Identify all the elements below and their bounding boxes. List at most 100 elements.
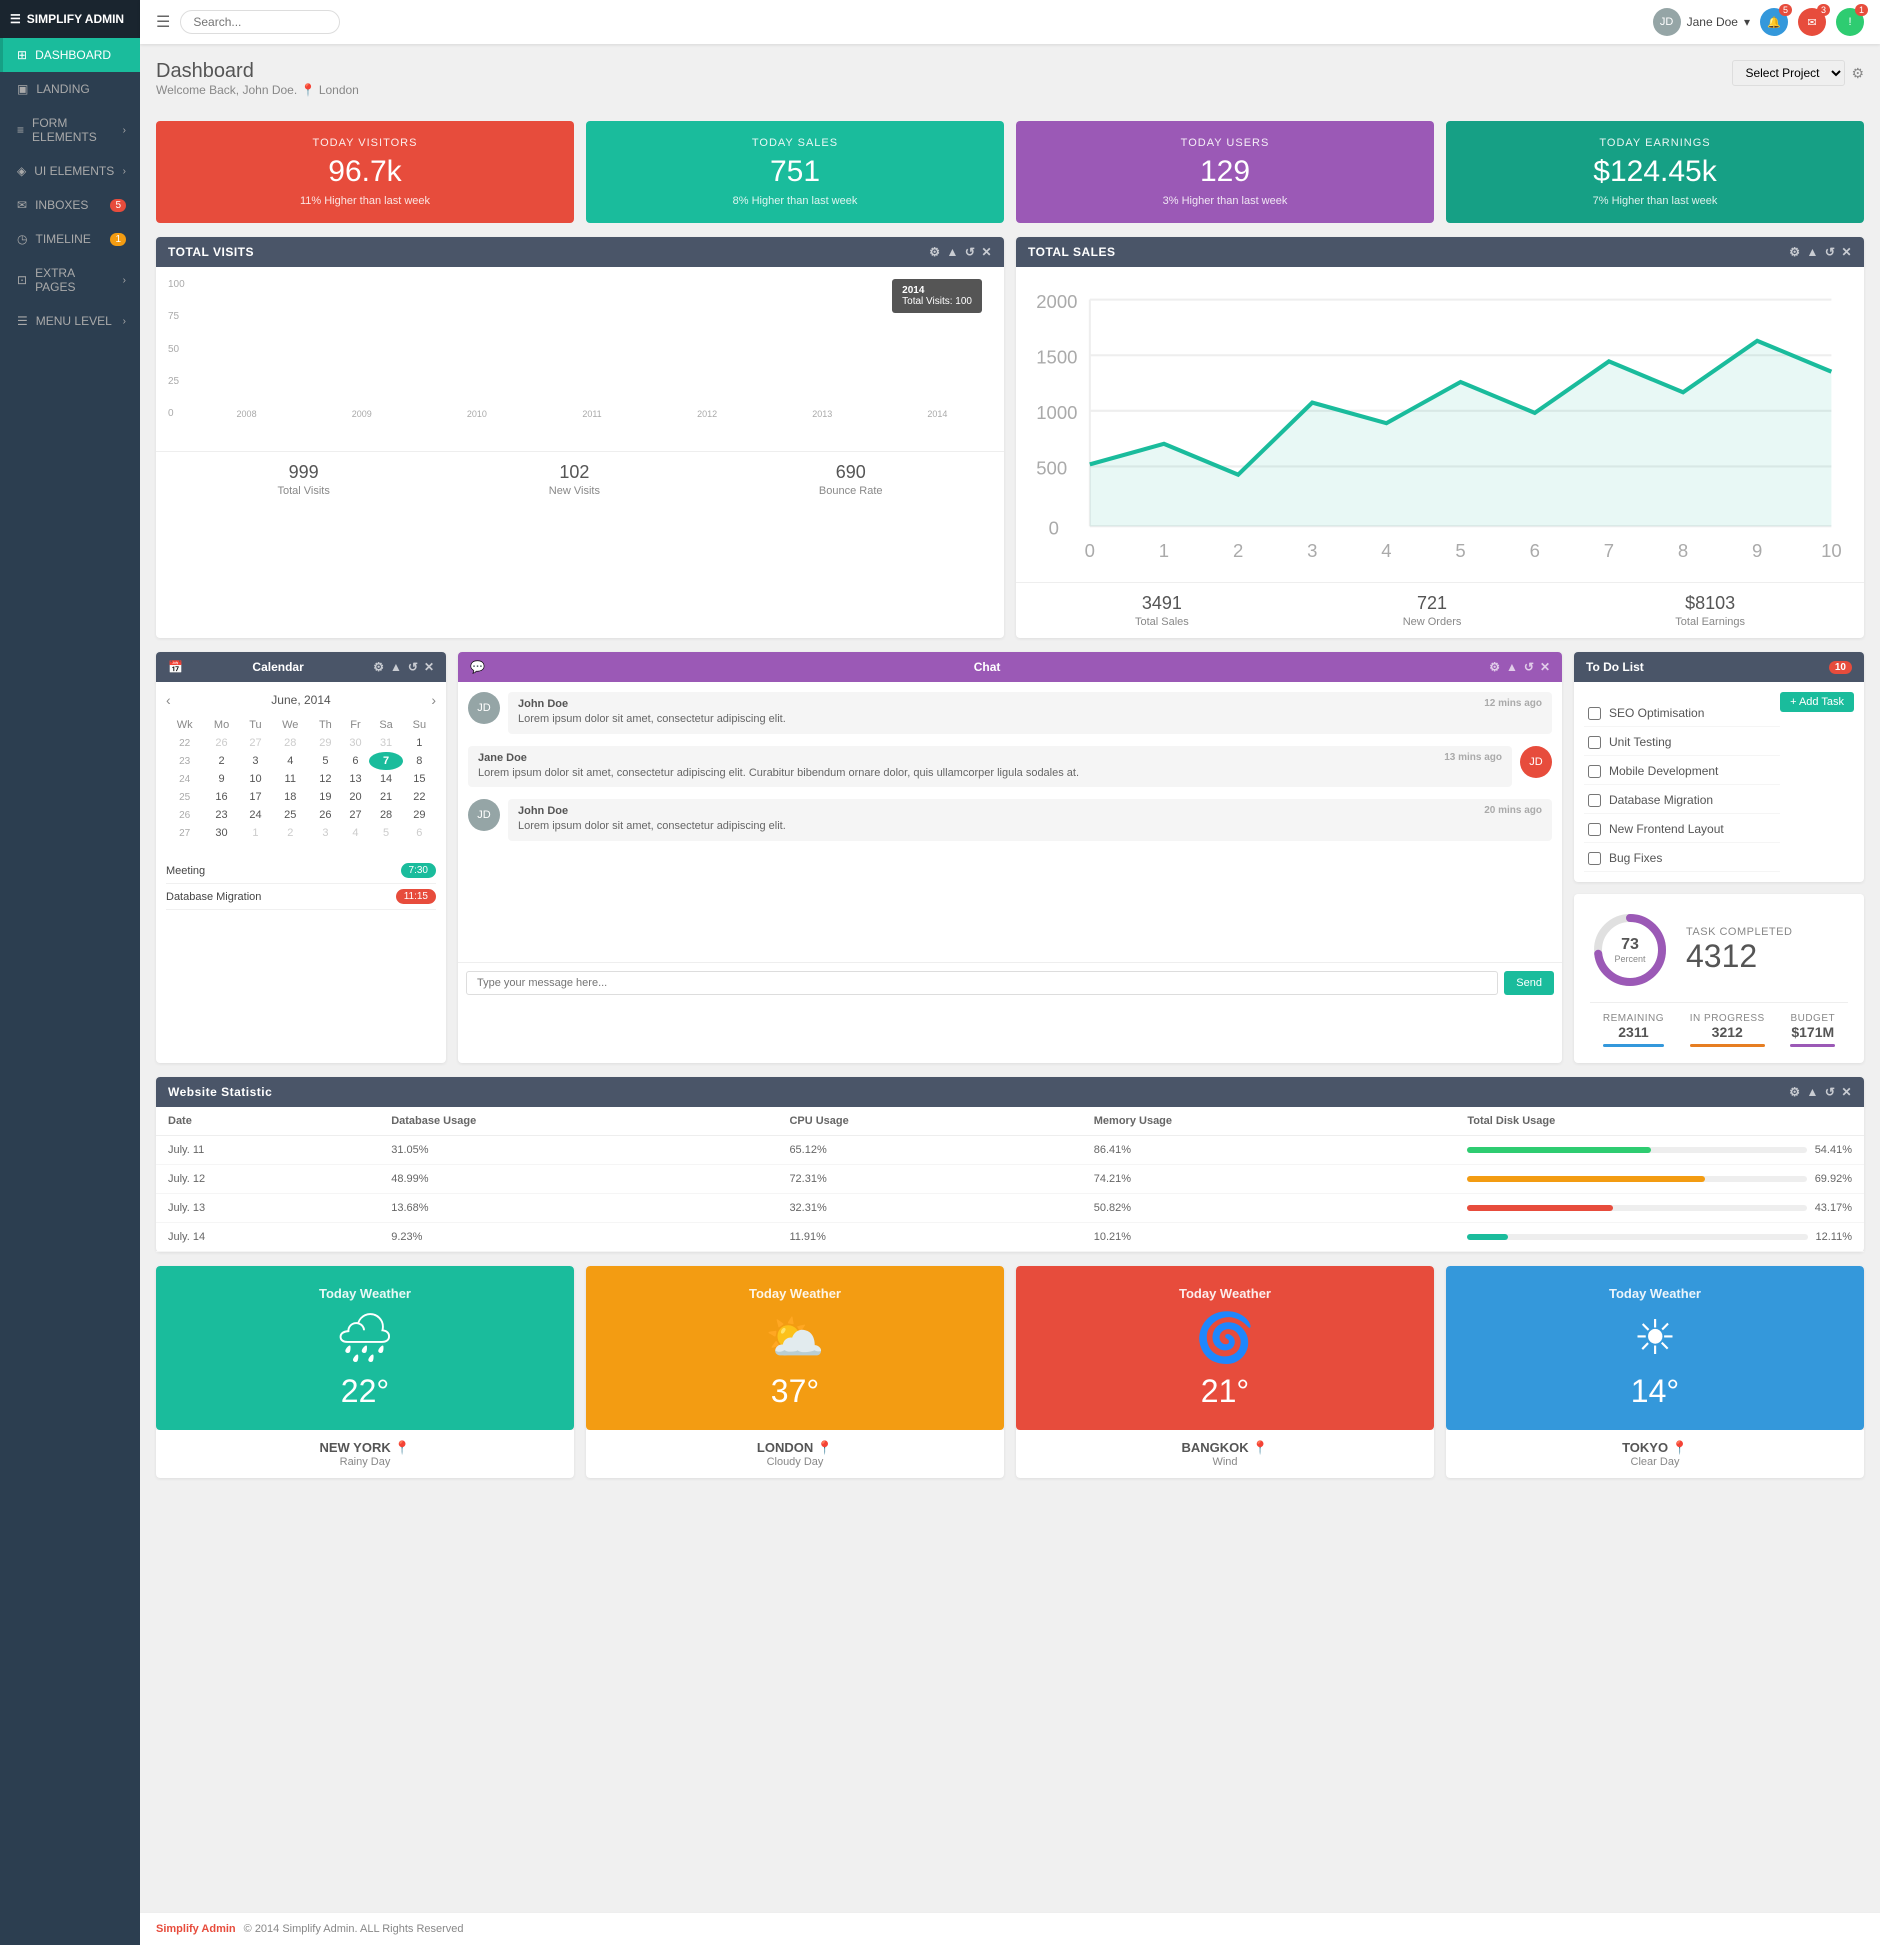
prev-month-button[interactable]: ‹ [166,692,171,708]
sidebar-item-inboxes[interactable]: ✉ INBOXES 5 [0,188,140,222]
add-task-button[interactable]: + Add Task [1780,692,1854,712]
notification-bell[interactable]: 🔔 5 [1760,8,1788,36]
cal-day[interactable]: 9 [203,770,239,788]
weather-row: Today Weather 🌧 22° NEW YORK 📍 Rainy Day… [156,1266,1864,1478]
refresh-icon[interactable]: ↺ [408,660,418,674]
close-icon[interactable]: ✕ [1841,1085,1852,1099]
todo-checkbox[interactable] [1588,707,1601,720]
cal-day[interactable]: 6 [403,824,436,842]
sidebar-item-dashboard[interactable]: ⊞ DASHBOARD [0,38,140,72]
cal-day[interactable]: 25 [271,806,309,824]
refresh-icon[interactable]: ↺ [1524,660,1534,674]
cal-day[interactable]: 23 [203,806,239,824]
sidebar-item-menu-level[interactable]: ☰ MENU LEVEL › [0,304,140,338]
expand-icon[interactable]: ▲ [1806,245,1818,259]
settings-icon[interactable]: ⚙ [373,660,384,674]
todo-checkbox[interactable] [1588,765,1601,778]
todo-checkbox[interactable] [1588,736,1601,749]
cal-day[interactable]: 28 [271,734,309,752]
cal-day[interactable]: 3 [240,752,271,770]
close-icon[interactable]: ✕ [1540,660,1550,674]
close-icon[interactable]: ✕ [981,245,992,259]
cal-day[interactable]: 27 [341,806,369,824]
cal-day[interactable]: 1 [240,824,271,842]
cal-day[interactable]: 5 [309,752,341,770]
expand-icon[interactable]: ▲ [946,245,958,259]
expand-icon[interactable]: ▲ [390,660,402,674]
cal-day[interactable]: 7 [369,752,402,770]
cal-day[interactable]: 2 [203,752,239,770]
svg-text:1000: 1000 [1036,402,1077,423]
cal-day[interactable]: 14 [369,770,402,788]
sidebar-item-form-elements[interactable]: ≡ FORM ELEMENTS › [0,106,140,154]
sidebar-item-timeline[interactable]: ◷ TIMELINE 1 [0,222,140,256]
weather-icon-wind: 🌀 [1032,1315,1418,1363]
cal-day[interactable]: 30 [203,824,239,842]
settings-icon[interactable]: ⚙ [1789,245,1800,259]
chat-message-input[interactable] [466,971,1498,995]
stats-title: Website Statistic [168,1085,272,1099]
sidebar-item-ui-elements[interactable]: ◈ UI ELEMENTS › [0,154,140,188]
cal-day[interactable]: 17 [240,788,271,806]
cal-day[interactable]: 11 [271,770,309,788]
cal-day[interactable]: 29 [309,734,341,752]
cal-day[interactable]: 20 [341,788,369,806]
close-icon[interactable]: ✕ [424,660,434,674]
cal-day[interactable]: 12 [309,770,341,788]
cal-day[interactable]: 21 [369,788,402,806]
settings-icon[interactable]: ⚙ [1789,1085,1800,1099]
sidebar-item-label: DASHBOARD [35,48,111,62]
cal-day[interactable]: 29 [403,806,436,824]
sidebar-item-landing[interactable]: ▣ LANDING [0,72,140,106]
cal-day[interactable]: 6 [341,752,369,770]
cell-cpu: 11.91% [777,1223,1081,1252]
refresh-icon[interactable]: ↺ [965,245,976,259]
cal-day[interactable]: 28 [369,806,402,824]
settings-icon[interactable]: ⚙ [1489,660,1500,674]
cal-day[interactable]: 31 [369,734,402,752]
total-sales-stat: 3491 Total Sales [1135,593,1189,628]
todo-checkbox[interactable] [1588,823,1601,836]
cal-day[interactable]: 10 [240,770,271,788]
cal-day[interactable]: 3 [309,824,341,842]
cal-day[interactable]: 19 [309,788,341,806]
chat-send-button[interactable]: Send [1504,971,1554,995]
cal-day[interactable]: 16 [203,788,239,806]
cal-day[interactable]: 5 [369,824,402,842]
cal-day[interactable]: 30 [341,734,369,752]
cal-day[interactable]: 4 [271,752,309,770]
cal-day[interactable]: 18 [271,788,309,806]
cal-day[interactable]: 27 [240,734,271,752]
sidebar-item-extra-pages[interactable]: ⊡ EXTRA PAGES › [0,256,140,304]
cal-day[interactable]: 26 [309,806,341,824]
cal-day[interactable]: 22 [403,788,436,806]
next-month-button[interactable]: › [431,692,436,708]
expand-icon[interactable]: ▲ [1806,1085,1818,1099]
message-icon[interactable]: ✉ 3 [1798,8,1826,36]
alert-icon[interactable]: ! 1 [1836,8,1864,36]
project-dropdown[interactable]: Select Project Project Alpha Project Bet… [1732,60,1845,86]
todo-checkbox[interactable] [1588,852,1601,865]
expand-icon[interactable]: ▲ [1506,660,1518,674]
cal-day[interactable]: 8 [403,752,436,770]
cal-day[interactable]: 26 [203,734,239,752]
todo-checkbox[interactable] [1588,794,1601,807]
progress-bar [1467,1234,1508,1240]
weather-footer-london: LONDON 📍 Cloudy Day [586,1430,1004,1478]
cal-day[interactable]: 15 [403,770,436,788]
refresh-icon[interactable]: ↺ [1825,1085,1836,1099]
user-menu[interactable]: JD Jane Doe ▾ [1653,8,1750,36]
refresh-icon[interactable]: ↺ [1825,245,1836,259]
footer-brand-link[interactable]: Simplify Admin [156,1923,236,1935]
search-input[interactable] [180,10,340,34]
cal-day[interactable]: 24 [240,806,271,824]
cal-day[interactable]: 2 [271,824,309,842]
total-sales-value: 3491 [1135,593,1189,614]
cal-day[interactable]: 4 [341,824,369,842]
cal-day[interactable]: 1 [403,734,436,752]
settings-icon[interactable]: ⚙ [929,245,940,259]
gear-icon[interactable]: ⚙ [1851,65,1864,82]
hamburger-icon[interactable]: ☰ [156,12,170,32]
cal-day[interactable]: 13 [341,770,369,788]
close-icon[interactable]: ✕ [1841,245,1852,259]
